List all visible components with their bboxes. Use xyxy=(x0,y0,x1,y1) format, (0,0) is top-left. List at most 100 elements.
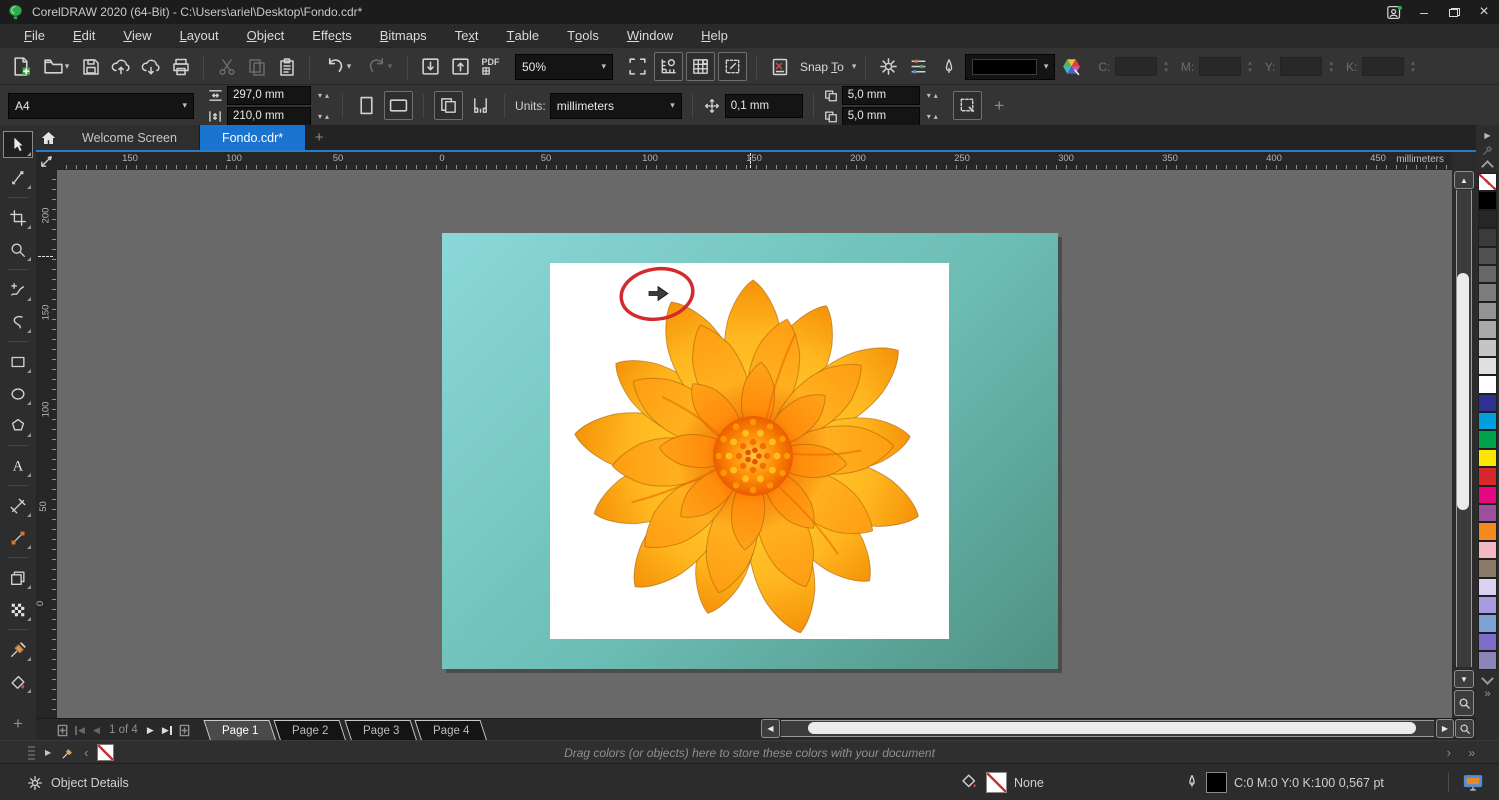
horizontal-scrollbar-thumb[interactable] xyxy=(808,722,1416,734)
tool-pick[interactable] xyxy=(3,131,33,158)
swatch-30-black[interactable] xyxy=(1478,320,1497,338)
swatch-magenta[interactable] xyxy=(1478,486,1497,504)
scroll-down-button[interactable]: ▼ xyxy=(1454,670,1474,688)
scroll-right-button[interactable]: ▶ xyxy=(1436,719,1454,738)
swatch-cyan[interactable] xyxy=(1478,412,1497,430)
tool-rectangle[interactable] xyxy=(4,349,32,374)
menu-object[interactable]: Object xyxy=(233,24,299,47)
portrait-button[interactable] xyxy=(353,92,380,119)
status-gear-icon[interactable] xyxy=(26,774,44,792)
page-tab-1[interactable]: Page 1 xyxy=(203,720,277,742)
swatch-50-black[interactable] xyxy=(1478,283,1497,301)
tool-ellipse[interactable] xyxy=(4,381,32,406)
swatch-partial[interactable] xyxy=(1478,651,1497,669)
tool-artistic-media[interactable] xyxy=(4,309,32,334)
landscape-button[interactable] xyxy=(384,91,413,120)
tool-connector[interactable] xyxy=(4,525,32,550)
navigator-zoom-button[interactable] xyxy=(1455,719,1474,738)
swatch-40-black[interactable] xyxy=(1478,302,1497,320)
palette-scroll-up-button[interactable] xyxy=(1481,160,1494,173)
show-rulers-toggle[interactable] xyxy=(654,52,683,81)
outline-color-picker[interactable]: ▾ xyxy=(965,54,1055,80)
page-tab-3[interactable]: Page 3 xyxy=(344,720,418,742)
document-navigator-button[interactable] xyxy=(1454,690,1474,716)
close-button[interactable]: × xyxy=(1469,0,1499,24)
add-page-before-button[interactable] xyxy=(54,721,71,739)
swatch-no-color[interactable] xyxy=(1478,173,1497,191)
tool-text[interactable]: A xyxy=(4,453,32,478)
swatch-light-lavender[interactable] xyxy=(1478,578,1497,596)
open-button[interactable]: ▾ xyxy=(38,53,74,80)
palette-flyout-button[interactable]: ▶ xyxy=(1484,131,1490,140)
outline-status-group[interactable]: C:0 M:0 Y:0 K:100 0,567 pt xyxy=(1185,772,1384,793)
previous-page-button[interactable]: ◀ xyxy=(88,721,105,739)
cloud-upload-button[interactable] xyxy=(107,53,134,80)
swatch-blue[interactable] xyxy=(1478,394,1497,412)
menu-effects[interactable]: Effects xyxy=(298,24,366,47)
swatch-violet[interactable] xyxy=(1478,504,1497,522)
open-dropdown-arrow[interactable]: ▾ xyxy=(65,61,70,72)
add-page-after-button[interactable] xyxy=(176,721,193,739)
undo-button[interactable]: ▾ xyxy=(319,53,357,80)
treat-as-filled-toggle[interactable] xyxy=(953,91,982,120)
import-button[interactable] xyxy=(417,53,444,80)
current-page-button[interactable] xyxy=(467,92,494,119)
menu-window[interactable]: Window xyxy=(613,24,687,47)
page-height-spin-down[interactable]: ▾ xyxy=(318,112,322,121)
paste-button[interactable] xyxy=(273,53,300,80)
swatch-black[interactable] xyxy=(1478,191,1497,209)
duplicate-x-field[interactable]: 5,0 mm xyxy=(842,86,920,105)
last-page-button[interactable]: ▶ xyxy=(159,721,176,739)
show-guidelines-toggle[interactable] xyxy=(718,52,747,81)
tool-freehand[interactable] xyxy=(4,277,32,302)
options-button[interactable] xyxy=(875,53,902,80)
print-button[interactable] xyxy=(167,53,194,80)
swatch-lavender[interactable] xyxy=(1478,596,1497,614)
palette-expand-button[interactable]: » xyxy=(1484,688,1490,700)
cloud-download-button[interactable] xyxy=(137,53,164,80)
save-button[interactable] xyxy=(77,53,104,80)
show-grid-toggle[interactable] xyxy=(686,52,715,81)
tool-polygon[interactable] xyxy=(4,413,32,438)
first-page-button[interactable]: ◀ xyxy=(71,721,88,739)
preview-mode-button[interactable] xyxy=(766,53,793,80)
account-button[interactable] xyxy=(1379,0,1409,24)
tool-drop-shadow[interactable] xyxy=(4,565,32,590)
page-width-field[interactable]: 297,0 mm xyxy=(227,86,311,105)
color-wheel-button[interactable] xyxy=(1058,53,1085,80)
next-page-button[interactable]: ▶ xyxy=(142,721,159,739)
swatch-80-black[interactable] xyxy=(1478,228,1497,246)
menu-tools[interactable]: Tools xyxy=(553,24,613,47)
scroll-left-button[interactable]: ◀ xyxy=(761,719,780,738)
menu-file[interactable]: File xyxy=(10,24,59,47)
swatch-70-black[interactable] xyxy=(1478,247,1497,265)
duplicate-y-field[interactable]: 5,0 mm xyxy=(842,107,920,126)
document-palette-scroll-right[interactable]: › xyxy=(1447,745,1451,760)
minimize-button[interactable]: – xyxy=(1409,0,1439,24)
undo-dropdown-arrow[interactable]: ▾ xyxy=(347,61,352,72)
menu-view[interactable]: View xyxy=(109,24,165,47)
palette-scroll-down-button[interactable] xyxy=(1481,672,1494,685)
page-width-spin-up[interactable]: ▴ xyxy=(325,91,329,100)
nudge-distance-field[interactable]: 0,1 mm xyxy=(725,94,803,118)
menu-layout[interactable]: Layout xyxy=(166,24,233,47)
swatch-20-black[interactable] xyxy=(1478,339,1497,357)
menu-text[interactable]: Text xyxy=(441,24,493,47)
all-pages-button[interactable] xyxy=(434,91,463,120)
page-width-spin-down[interactable]: ▾ xyxy=(318,91,322,100)
tab-welcome-screen[interactable]: Welcome Screen xyxy=(60,125,200,150)
ruler-origin-button[interactable] xyxy=(36,152,58,170)
canvas-viewport[interactable] xyxy=(57,170,1452,718)
swatch-white[interactable] xyxy=(1478,375,1497,393)
tool-parallel-dimension[interactable] xyxy=(4,493,32,518)
customize-launcher-button[interactable] xyxy=(905,53,932,80)
tab-fondo-cdr[interactable]: Fondo.cdr* xyxy=(200,125,306,150)
menu-edit[interactable]: Edit xyxy=(59,24,109,47)
publish-to-pdf-button[interactable]: PDF xyxy=(477,53,504,80)
menu-bitmaps[interactable]: Bitmaps xyxy=(366,24,441,47)
tool-color-eyedropper[interactable] xyxy=(4,637,32,662)
tool-shape[interactable] xyxy=(4,165,32,190)
swatch-pink[interactable] xyxy=(1478,541,1497,559)
tool-more-tools[interactable]: + xyxy=(4,711,32,736)
export-button[interactable] xyxy=(447,53,474,80)
